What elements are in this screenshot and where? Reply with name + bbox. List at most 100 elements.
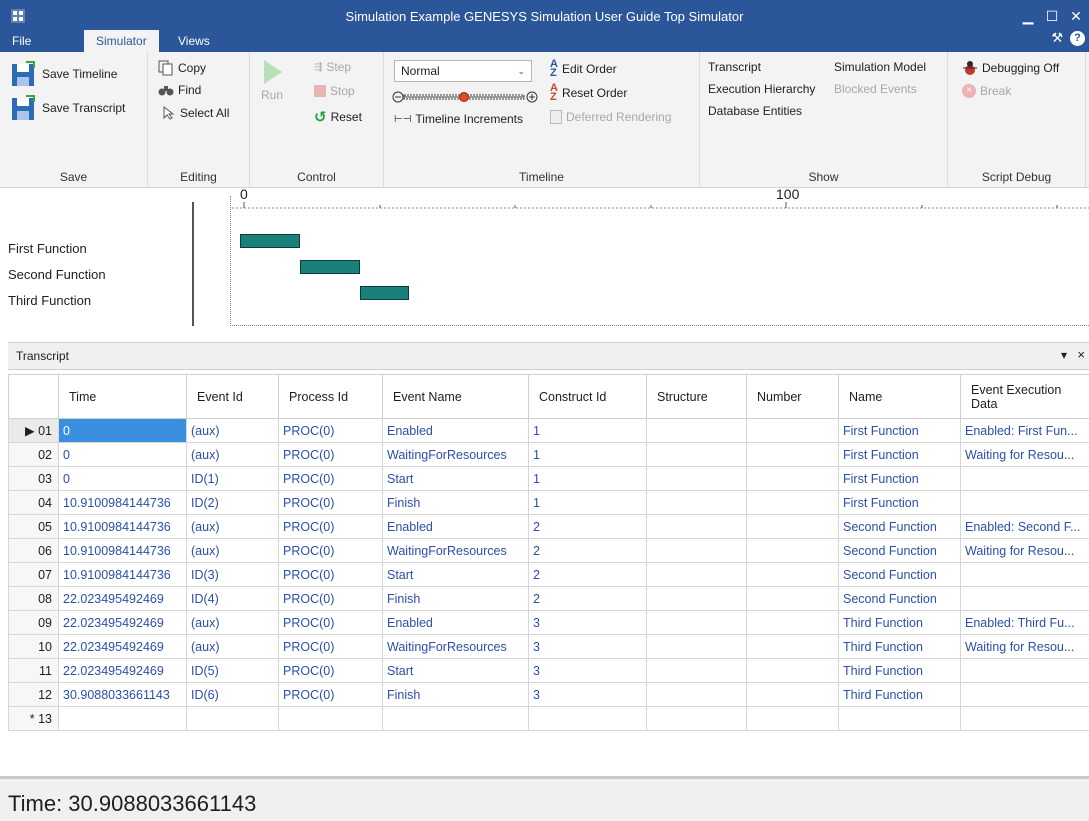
empty-cell[interactable]	[58, 706, 187, 731]
structure-cell[interactable]	[646, 442, 747, 467]
time-cell[interactable]: 22.023495492469	[58, 586, 187, 611]
number-cell[interactable]	[746, 418, 839, 443]
process-id-cell[interactable]: PROC(0)	[278, 418, 383, 443]
save-timeline-button[interactable]: Save Timeline	[10, 60, 117, 88]
column-header-event-id[interactable]: Event Id	[186, 374, 279, 419]
new-table-row[interactable]: * 13	[8, 706, 1089, 731]
name-cell[interactable]: Second Function	[838, 562, 961, 587]
time-cell[interactable]: 10.9100984144736	[58, 514, 187, 539]
column-header-construct-id[interactable]: Construct Id	[528, 374, 647, 419]
event-id-cell[interactable]: ID(3)	[186, 562, 279, 587]
number-cell[interactable]	[746, 634, 839, 659]
time-cell[interactable]: 30.9088033661143	[58, 682, 187, 707]
structure-cell[interactable]	[646, 490, 747, 515]
number-cell[interactable]	[746, 658, 839, 683]
empty-cell[interactable]	[646, 706, 747, 731]
column-header-process-id[interactable]: Process Id	[278, 374, 383, 419]
process-id-cell[interactable]: PROC(0)	[278, 634, 383, 659]
show-database-entities-button[interactable]: Database Entities	[708, 104, 802, 118]
table-row[interactable]: 10 22.023495492469 (aux) PROC(0) WaitingForR…	[8, 634, 1089, 659]
timeline-bar[interactable]	[360, 286, 410, 300]
number-cell[interactable]	[746, 466, 839, 491]
tab-file[interactable]: File	[0, 30, 43, 52]
time-cell[interactable]: 0	[58, 418, 187, 443]
construct-id-cell[interactable]: 1	[528, 442, 647, 467]
row-number-cell[interactable]: ▶ 01	[8, 418, 59, 443]
exec-data-cell[interactable]	[960, 466, 1089, 491]
panel-menu-icon[interactable]: ▾	[1061, 348, 1067, 362]
panel-close-icon[interactable]: ×	[1077, 347, 1085, 362]
row-number-cell[interactable]: 06	[8, 538, 59, 563]
process-id-cell[interactable]: PROC(0)	[278, 682, 383, 707]
event-name-cell[interactable]: Enabled	[382, 418, 529, 443]
table-row[interactable]: 04 10.9100984144736 ID(2) PROC(0) Finish 1 Fir…	[8, 490, 1089, 515]
event-id-cell[interactable]: (aux)	[186, 610, 279, 635]
edit-order-button[interactable]: AZ Edit Order	[550, 59, 617, 79]
construct-id-cell[interactable]: 3	[528, 658, 647, 683]
process-id-cell[interactable]: PROC(0)	[278, 490, 383, 515]
exec-data-cell[interactable]: Enabled: Third Fu...	[960, 610, 1089, 635]
name-cell[interactable]: Third Function	[838, 610, 961, 635]
time-cell[interactable]: 10.9100984144736	[58, 562, 187, 587]
event-name-cell[interactable]: Start	[382, 562, 529, 587]
name-cell[interactable]: First Function	[838, 490, 961, 515]
table-row[interactable]: ▶ 01 0 (aux) PROC(0) Enabled 1 First Function E…	[8, 418, 1089, 443]
column-header-number[interactable]: Number	[746, 374, 839, 419]
empty-cell[interactable]	[746, 706, 839, 731]
exec-data-cell[interactable]	[960, 586, 1089, 611]
save-transcript-button[interactable]: Save Transcript	[10, 94, 125, 122]
name-cell[interactable]: Second Function	[838, 538, 961, 563]
show-execution-hierarchy-button[interactable]: Execution Hierarchy	[708, 82, 815, 96]
find-button[interactable]: Find	[158, 82, 201, 98]
row-number-cell[interactable]: * 13	[8, 706, 59, 731]
select-all-button[interactable]: Select All	[162, 106, 229, 120]
event-id-cell[interactable]: (aux)	[186, 634, 279, 659]
row-number-cell[interactable]: 03	[8, 466, 59, 491]
construct-id-cell[interactable]: 1	[528, 466, 647, 491]
structure-cell[interactable]	[646, 682, 747, 707]
process-id-cell[interactable]: PROC(0)	[278, 466, 383, 491]
tools-icon[interactable]: ⚒	[1051, 30, 1063, 46]
help-icon[interactable]: ?	[1070, 31, 1085, 46]
exec-data-cell[interactable]: Waiting for Resou...	[960, 634, 1089, 659]
row-number-cell[interactable]: 07	[8, 562, 59, 587]
exec-data-cell[interactable]	[960, 658, 1089, 683]
speed-select[interactable]: Normal ⌄	[394, 60, 532, 82]
name-cell[interactable]: Third Function	[838, 658, 961, 683]
table-row[interactable]: 09 22.023495492469 (aux) PROC(0) Enabled 3 Thi…	[8, 610, 1089, 635]
table-row[interactable]: 06 10.9100984144736 (aux) PROC(0) WaitingFor…	[8, 538, 1089, 563]
show-blocked-events-button[interactable]: Blocked Events	[834, 82, 917, 96]
exec-data-cell[interactable]: Enabled: First Fun...	[960, 418, 1089, 443]
event-id-cell[interactable]: (aux)	[186, 514, 279, 539]
event-name-cell[interactable]: Start	[382, 466, 529, 491]
process-id-cell[interactable]: PROC(0)	[278, 610, 383, 635]
number-cell[interactable]	[746, 682, 839, 707]
process-id-cell[interactable]: PROC(0)	[278, 658, 383, 683]
event-id-cell[interactable]: ID(2)	[186, 490, 279, 515]
tab-simulator[interactable]: Simulator	[84, 30, 159, 52]
event-name-cell[interactable]: WaitingForResources	[382, 634, 529, 659]
process-id-cell[interactable]: PROC(0)	[278, 514, 383, 539]
time-cell[interactable]: 22.023495492469	[58, 610, 187, 635]
number-cell[interactable]	[746, 514, 839, 539]
time-cell[interactable]: 0	[58, 442, 187, 467]
timeline-bar[interactable]	[240, 234, 300, 248]
structure-cell[interactable]	[646, 658, 747, 683]
stop-button[interactable]: Stop	[314, 84, 355, 98]
number-cell[interactable]	[746, 562, 839, 587]
name-cell[interactable]: First Function	[838, 466, 961, 491]
row-number-cell[interactable]: 02	[8, 442, 59, 467]
break-button[interactable]: × Break	[962, 84, 1011, 98]
row-number-cell[interactable]: 05	[8, 514, 59, 539]
name-cell[interactable]: First Function	[838, 442, 961, 467]
exec-data-cell[interactable]	[960, 682, 1089, 707]
structure-cell[interactable]	[646, 634, 747, 659]
event-name-cell[interactable]: WaitingForResources	[382, 538, 529, 563]
deferred-rendering-button[interactable]: Deferred Rendering	[550, 110, 671, 124]
event-name-cell[interactable]: Enabled	[382, 514, 529, 539]
column-header-time[interactable]: Time	[58, 374, 187, 419]
construct-id-cell[interactable]: 3	[528, 634, 647, 659]
structure-cell[interactable]	[646, 586, 747, 611]
number-cell[interactable]	[746, 490, 839, 515]
time-cell[interactable]: 10.9100984144736	[58, 538, 187, 563]
